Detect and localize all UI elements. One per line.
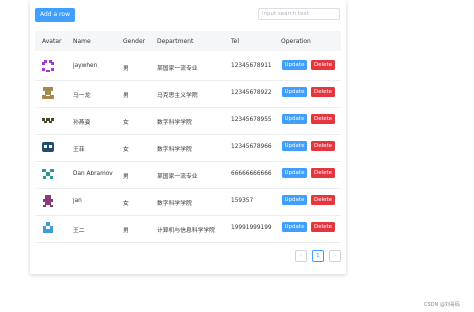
cell-tel: 12345678966: [231, 144, 272, 150]
cell-gender: 男: [123, 174, 129, 180]
cell-tel: 19991999199: [231, 225, 272, 231]
avatar-identicon-icon: [42, 87, 54, 99]
table-row: jaywhen 男 某国家一流专业 12345678911 Update Del…: [35, 53, 341, 81]
table-row: Dan Abramov 男 某国家一流专业 66666666666 Update…: [35, 161, 341, 189]
cell-department: 某国家一流专业: [157, 66, 198, 72]
avatar-shape-icon: [42, 87, 54, 99]
delete-button[interactable]: Delete: [311, 87, 335, 97]
avatar-shape-icon: [42, 169, 54, 179]
cell-department: 数字科学学院: [157, 147, 192, 153]
update-button[interactable]: Update: [282, 114, 307, 124]
avatar-identicon-icon: [42, 118, 54, 123]
table-row: jan 女 数字科学学院 159357 Update Delete: [35, 188, 341, 216]
cell-name: Dan Abramov: [73, 171, 113, 177]
delete-button[interactable]: Delete: [311, 141, 335, 151]
cell-department: 计算机与信息科学学院: [157, 228, 215, 234]
table-header: Avatar Name Gender Department Tel Operat…: [35, 31, 341, 51]
update-button[interactable]: Update: [282, 141, 307, 151]
header-department: Department: [157, 38, 194, 45]
table-row: 王菲 女 数字科学学院 12345678966 Update Delete: [35, 134, 341, 162]
table-row: 孙燕姿 女 数字科学学院 12345678955 Update Delete: [35, 107, 341, 135]
cell-department: 数字科学学院: [157, 120, 192, 126]
avatar-identicon-icon: [42, 60, 54, 72]
update-button[interactable]: Update: [282, 195, 307, 205]
avatar-shape-icon: [43, 222, 53, 233]
cell-tel: 12345678911: [231, 63, 272, 69]
header-operation: Operation: [281, 38, 311, 45]
delete-button[interactable]: Delete: [311, 195, 335, 205]
avatar-identicon-icon: [43, 195, 53, 207]
table-row: 王二 男 计算机与信息科学学院 19991999199 Update Delet…: [35, 215, 341, 243]
header-tel: Tel: [231, 38, 240, 45]
cell-department: 某国家一流专业: [157, 174, 198, 180]
cell-gender: 男: [123, 93, 129, 99]
delete-button[interactable]: Delete: [311, 168, 335, 178]
update-button[interactable]: Update: [282, 60, 307, 70]
cell-name: 王二: [73, 228, 85, 234]
avatar-identicon-icon: [43, 222, 53, 233]
update-button[interactable]: Update: [282, 222, 307, 232]
avatar-shape-icon: [42, 60, 54, 72]
cell-department: 马克思主义学院: [157, 93, 198, 99]
cell-name: 王菲: [73, 147, 85, 153]
cell-tel: 159357: [231, 198, 254, 204]
pagination-page-1[interactable]: 1: [312, 250, 324, 262]
avatar-shape-icon: [42, 118, 54, 123]
delete-button[interactable]: Delete: [311, 114, 335, 124]
pagination-next-button[interactable]: ›: [329, 250, 341, 262]
cell-department: 数字科学学院: [157, 201, 192, 207]
header-avatar: Avatar: [42, 38, 62, 45]
header-name: Name: [73, 38, 91, 45]
cell-tel: 66666666666: [231, 171, 272, 177]
avatar-identicon-icon: [42, 142, 54, 152]
avatar-shape-icon: [42, 142, 54, 152]
search-input[interactable]: [258, 8, 340, 20]
cell-name: 孙燕姿: [73, 120, 91, 126]
pagination-prev-button[interactable]: ‹: [295, 250, 307, 262]
update-button[interactable]: Update: [282, 168, 307, 178]
cell-gender: 女: [123, 147, 129, 153]
table-row: 马一龙 男 马克思主义学院 12345678922 Update Delete: [35, 80, 341, 108]
watermark: CSDN @刘哥码: [424, 302, 460, 308]
cell-name: 马一龙: [73, 93, 91, 99]
header-gender: Gender: [123, 38, 146, 45]
cell-name: jan: [73, 198, 82, 204]
add-row-button[interactable]: Add a row: [35, 8, 75, 22]
avatar-identicon-icon: [42, 169, 54, 179]
cell-gender: 女: [123, 120, 129, 126]
delete-button[interactable]: Delete: [311, 60, 335, 70]
cell-gender: 男: [123, 228, 129, 234]
delete-button[interactable]: Delete: [311, 222, 335, 232]
cell-tel: 12345678955: [231, 117, 272, 123]
update-button[interactable]: Update: [282, 87, 307, 97]
cell-gender: 男: [123, 66, 129, 72]
cell-gender: 女: [123, 201, 129, 207]
cell-name: jaywhen: [73, 63, 98, 69]
cell-tel: 12345678922: [231, 90, 272, 96]
avatar-shape-icon: [43, 195, 53, 207]
